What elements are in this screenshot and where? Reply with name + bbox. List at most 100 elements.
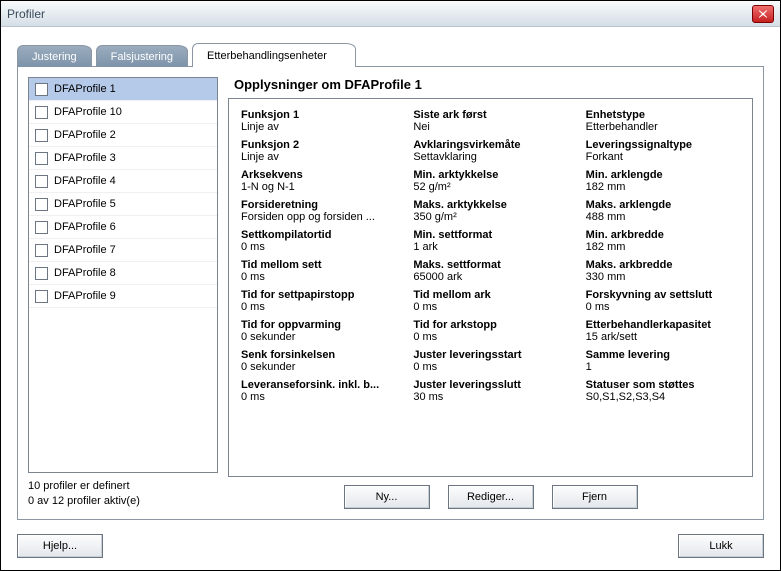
field-label: Maks. settformat [413,259,567,271]
field-label: Min. settformat [413,229,567,241]
list-item[interactable]: DFAProfile 1 [29,78,217,101]
detail-field: Juster leveringsslutt30 ms [413,379,567,403]
list-item[interactable]: DFAProfile 5 [29,193,217,216]
remove-button[interactable]: Fjern [552,485,638,509]
profile-checkbox[interactable] [35,129,48,142]
detail-field: Juster leveringsstart0 ms [413,349,567,373]
field-value: 0 ms [241,241,395,253]
profile-label: DFAProfile 2 [54,129,116,141]
profile-checkbox[interactable] [35,83,48,96]
profile-checkbox[interactable] [35,221,48,234]
field-label: Tid for settpapirstopp [241,289,395,301]
close-icon [758,10,768,18]
field-value: 1 ark [413,241,567,253]
help-button[interactable]: Hjelp... [17,534,103,558]
field-label: Maks. arklengde [586,199,740,211]
field-value: 330 mm [586,271,740,283]
profile-checkbox[interactable] [35,290,48,303]
field-label: Tid mellom ark [413,289,567,301]
profile-checkbox[interactable] [35,267,48,280]
field-value: 182 mm [586,181,740,193]
profile-checkbox[interactable] [35,152,48,165]
profile-checkbox[interactable] [35,106,48,119]
profile-list-column: DFAProfile 1 DFAProfile 10 DFAProfile 2 DFA… [28,77,218,509]
list-item[interactable]: DFAProfile 10 [29,101,217,124]
field-value: 0 ms [413,301,567,313]
list-item[interactable]: DFAProfile 2 [29,124,217,147]
field-value: 0 ms [413,361,567,373]
field-value: 1 [586,361,740,373]
field-value: Nei [413,121,567,133]
field-value: 0 sekunder [241,361,395,373]
field-label: Settkompilatortid [241,229,395,241]
field-value: 65000 ark [413,271,567,283]
field-value: Linje av [241,121,395,133]
profile-label: DFAProfile 9 [54,290,116,302]
field-value: 0 ms [586,301,740,313]
field-label: Min. arktykkelse [413,169,567,181]
list-item[interactable]: DFAProfile 6 [29,216,217,239]
field-label: Min. arkbredde [586,229,740,241]
profile-label: DFAProfile 4 [54,175,116,187]
tab-justering[interactable]: Justering [17,45,92,67]
detail-field: Arksekvens1-N og N-1 [241,169,395,193]
detail-field: Samme levering1 [586,349,740,373]
detail-field: Leveranseforsink. inkl. b...0 ms [241,379,395,403]
detail-field: Etterbehandlerkapasitet15 ark/sett [586,319,740,343]
field-value: Settavklaring [413,151,567,163]
field-label: Avklaringsvirkemåte [413,139,567,151]
detail-field: Forskyvning av settslutt0 ms [586,289,740,313]
profile-listbox[interactable]: DFAProfile 1 DFAProfile 10 DFAProfile 2 DFA… [28,77,218,473]
field-value: 15 ark/sett [586,331,740,343]
profile-label: DFAProfile 5 [54,198,116,210]
field-label: Forsideretning [241,199,395,211]
field-label: Siste ark først [413,109,567,121]
field-label: Maks. arktykkelse [413,199,567,211]
detail-field: Tid mellom sett0 ms [241,259,395,283]
list-item[interactable]: DFAProfile 3 [29,147,217,170]
new-button[interactable]: Ny... [344,485,430,509]
field-value: 0 ms [413,331,567,343]
tab-etterbehandlingsenheter[interactable]: Etterbehandlingsenheter [192,43,356,67]
profile-label: DFAProfile 10 [54,106,122,118]
detail-field: Tid for settpapirstopp0 ms [241,289,395,313]
detail-field: Tid for arkstopp0 ms [413,319,567,343]
field-label: Juster leveringsstart [413,349,567,361]
field-label: Leveringssignaltype [586,139,740,151]
detail-field: Statuser som støttesS0,S1,S2,S3,S4 [586,379,740,403]
field-label: Tid mellom sett [241,259,395,271]
detail-field: Min. settformat1 ark [413,229,567,253]
list-item[interactable]: DFAProfile 9 [29,285,217,308]
detail-field: Tid for oppvarming0 sekunder [241,319,395,343]
close-button[interactable] [752,5,774,23]
window-title: Profiler [7,7,45,21]
edit-button[interactable]: Rediger... [448,485,534,509]
profile-label: DFAProfile 6 [54,221,116,233]
detail-box: Funksjon 1Linje av Siste ark førstNei Enhe… [228,98,753,477]
field-label: Forskyvning av settslutt [586,289,740,301]
field-value: Etterbehandler [586,121,740,133]
list-item[interactable]: DFAProfile 7 [29,239,217,262]
list-item[interactable]: DFAProfile 8 [29,262,217,285]
detail-field: Funksjon 2Linje av [241,139,395,163]
profile-checkbox[interactable] [35,175,48,188]
detail-field: Maks. settformat65000 ark [413,259,567,283]
field-label: Tid for arkstopp [413,319,567,331]
status-line-2: 0 av 12 profiler aktiv(e) [28,494,218,509]
detail-field: Maks. arklengde488 mm [586,199,740,223]
detail-field: Min. arktykkelse52 g/m² [413,169,567,193]
bottom-buttons: Hjelp... Lukk [17,534,764,558]
field-label: Funksjon 2 [241,139,395,151]
detail-field: EnhetstypeEtterbehandler [586,109,740,133]
detail-field: ForsideretningForsiden opp og forsiden .… [241,199,395,223]
field-label: Samme levering [586,349,740,361]
field-value: S0,S1,S2,S3,S4 [586,391,740,403]
list-item[interactable]: DFAProfile 4 [29,170,217,193]
detail-buttons: Ny... Rediger... Fjern [228,485,753,509]
tab-falsjustering[interactable]: Falsjustering [96,45,188,67]
detail-field: Senk forsinkelsen0 sekunder [241,349,395,373]
close-dialog-button[interactable]: Lukk [678,534,764,558]
profile-checkbox[interactable] [35,198,48,211]
profile-checkbox[interactable] [35,244,48,257]
detail-field: Funksjon 1Linje av [241,109,395,133]
